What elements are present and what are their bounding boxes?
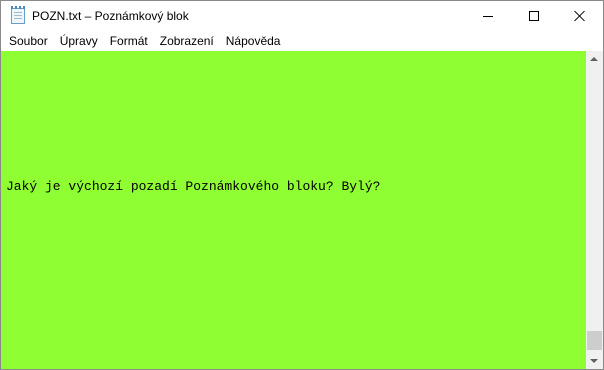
- editor-text[interactable]: Jaký je výchozí pozadí Poznámkového blok…: [6, 179, 380, 194]
- maximize-icon: [529, 11, 539, 21]
- minimize-icon: [483, 16, 493, 17]
- notepad-window: POZN.txt – Poznámkový blok Soubor Úpravy…: [0, 0, 604, 370]
- menu-zobrazeni[interactable]: Zobrazení: [154, 31, 220, 51]
- maximize-button[interactable]: [511, 1, 557, 31]
- vertical-scrollbar[interactable]: [586, 51, 603, 369]
- window-title: POZN.txt – Poznámkový blok: [32, 9, 189, 23]
- menu-soubor[interactable]: Soubor: [3, 31, 54, 51]
- menu-bar: Soubor Úpravy Formát Zobrazení Nápověda: [1, 31, 603, 51]
- menu-upravy[interactable]: Úpravy: [54, 31, 104, 51]
- close-icon: [574, 10, 586, 22]
- text-editor[interactable]: Jaký je výchozí pozadí Poznámkového blok…: [1, 51, 586, 369]
- chevron-up-icon[interactable]: [586, 51, 603, 68]
- notepad-icon[interactable]: [11, 6, 25, 24]
- minimize-button[interactable]: [465, 1, 511, 31]
- title-bar[interactable]: POZN.txt – Poznámkový blok: [1, 1, 603, 31]
- menu-format[interactable]: Formát: [104, 31, 154, 51]
- close-button[interactable]: [557, 1, 603, 31]
- chevron-down-icon[interactable]: [586, 352, 603, 369]
- menu-napoveda[interactable]: Nápověda: [220, 31, 287, 51]
- scrollbar-thumb[interactable]: [587, 331, 602, 350]
